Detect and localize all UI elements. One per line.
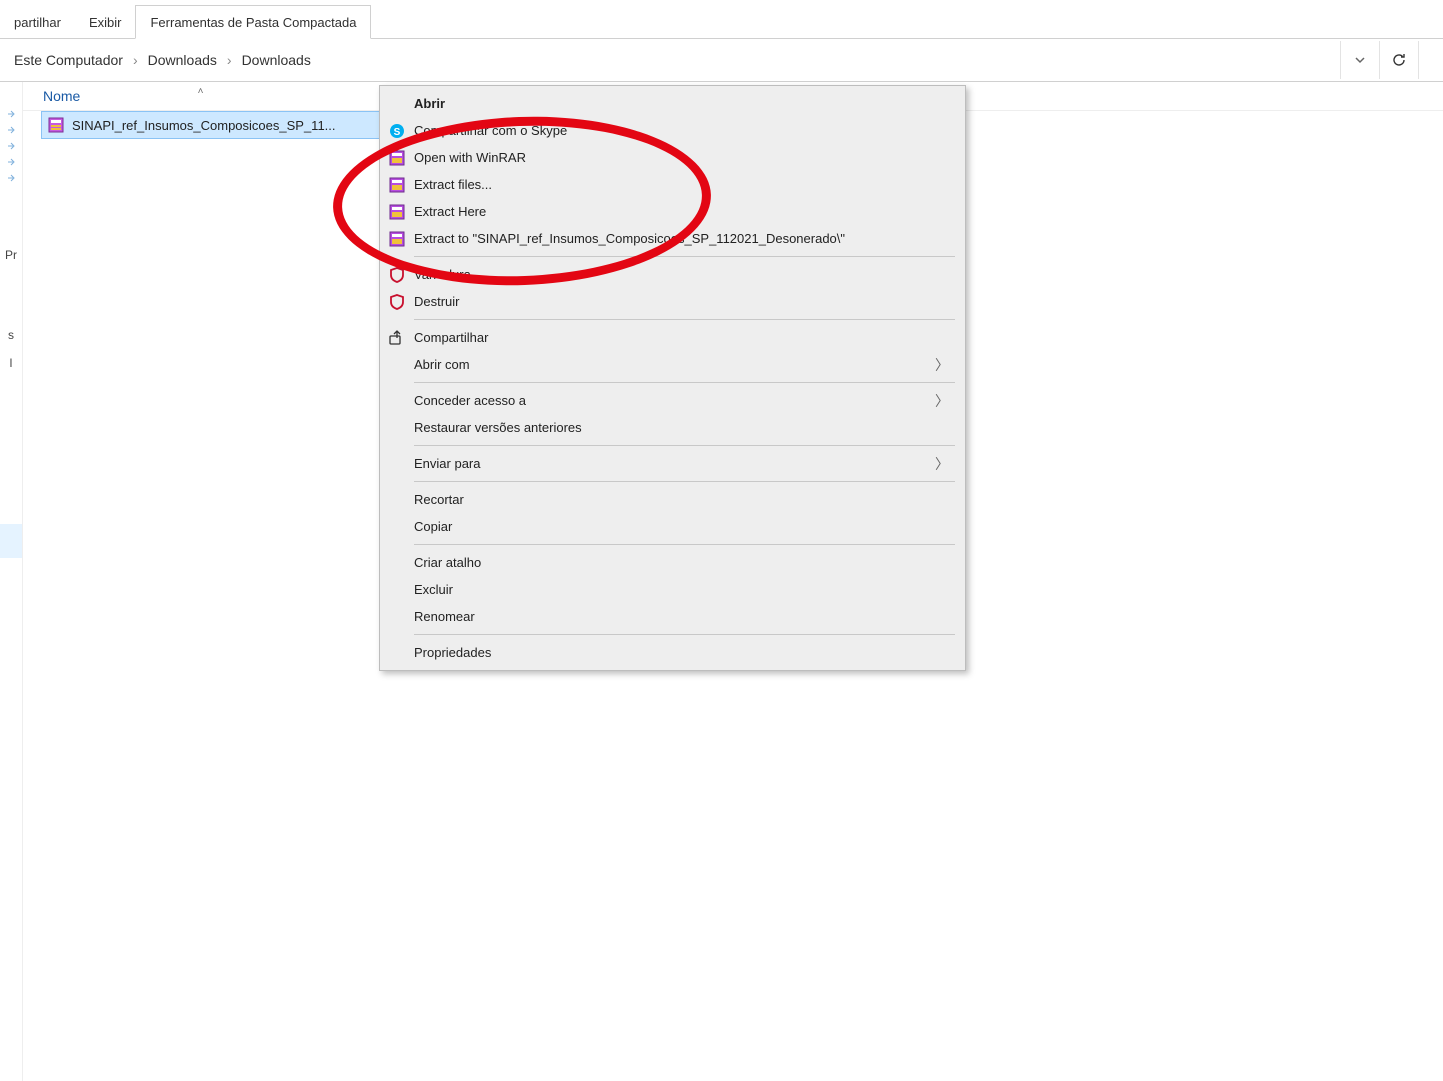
breadcrumb[interactable]: Este Computador › Downloads › Downloads <box>8 52 1340 68</box>
nav-selection-highlight <box>0 524 22 558</box>
chevron-right-icon: › <box>133 52 138 68</box>
pin-icon <box>7 110 15 118</box>
ctx-extract-here-label: Extract Here <box>414 204 486 219</box>
ctx-destruir[interactable]: Destruir <box>380 288 965 315</box>
ctx-varredura[interactable]: Varredura <box>380 261 965 288</box>
winrar-icon <box>388 203 406 221</box>
ctx-renomear-label: Renomear <box>414 609 475 624</box>
ctx-separator <box>414 445 955 446</box>
file-list-area: ˄ Nome Data de modificação Tipo Tamanho … <box>23 82 1443 1081</box>
ctx-conceder-acesso[interactable]: Conceder acesso a 〉 <box>380 387 965 414</box>
share-icon <box>388 329 406 347</box>
chevron-right-icon: 〉 <box>935 355 949 375</box>
nav-label: l <box>10 356 13 370</box>
ctx-copiar[interactable]: Copiar <box>380 513 965 540</box>
ctx-propriedades-label: Propriedades <box>414 645 491 660</box>
nav-label: s <box>8 328 14 342</box>
skype-icon: S <box>388 122 406 140</box>
ribbon-tabs: partilhar Exibir Ferramentas de Pasta Co… <box>0 0 1443 39</box>
address-bar-extra <box>1418 41 1443 79</box>
nav-label: Pr <box>5 248 17 262</box>
winrar-icon <box>388 149 406 167</box>
file-name-label: SINAPI_ref_Insumos_Composicoes_SP_11... <box>72 118 372 133</box>
ctx-separator <box>414 319 955 320</box>
sort-ascending-icon: ˄ <box>198 86 204 97</box>
ctx-renomear[interactable]: Renomear <box>380 603 965 630</box>
chevron-down-icon <box>1354 54 1366 66</box>
ctx-open[interactable]: Abrir <box>380 90 965 117</box>
ctx-share-skype-label: Compartilhar com o Skype <box>414 123 567 138</box>
chevron-right-icon: 〉 <box>935 391 949 411</box>
ctx-excluir-label: Excluir <box>414 582 453 597</box>
ctx-destruir-label: Destruir <box>414 294 460 309</box>
ctx-separator <box>414 382 955 383</box>
chevron-right-icon: 〉 <box>935 454 949 474</box>
address-bar: Este Computador › Downloads › Downloads <box>0 39 1443 82</box>
refresh-button[interactable] <box>1379 41 1418 79</box>
ctx-enviar-para[interactable]: Enviar para 〉 <box>380 450 965 477</box>
navigation-pane: Pr s l <box>0 82 23 1081</box>
ctx-varredura-label: Varredura <box>414 267 471 282</box>
breadcrumb-item-este-computador[interactable]: Este Computador <box>14 52 123 68</box>
ctx-restaurar-versoes-label: Restaurar versões anteriores <box>414 420 582 435</box>
ctx-recortar-label: Recortar <box>414 492 464 507</box>
breadcrumb-item-downloads-1[interactable]: Downloads <box>148 52 217 68</box>
pin-icon <box>7 158 15 166</box>
explorer-body: Pr s l ˄ Nome Data de modificação Tipo T… <box>0 82 1443 1081</box>
ctx-compartilhar[interactable]: Compartilhar <box>380 324 965 351</box>
ctx-abrir-com-label: Abrir com <box>414 357 470 372</box>
ctx-separator <box>414 256 955 257</box>
ctx-extract-to-label: Extract to "SINAPI_ref_Insumos_Composico… <box>414 231 845 246</box>
refresh-icon <box>1391 52 1407 68</box>
ctx-recortar[interactable]: Recortar <box>380 486 965 513</box>
shield-icon <box>388 266 406 284</box>
ctx-restaurar-versoes[interactable]: Restaurar versões anteriores <box>380 414 965 441</box>
ctx-enviar-para-label: Enviar para <box>414 456 480 471</box>
ctx-open-winrar-label: Open with WinRAR <box>414 150 526 165</box>
ctx-excluir[interactable]: Excluir <box>380 576 965 603</box>
ctx-criar-atalho-label: Criar atalho <box>414 555 481 570</box>
ctx-conceder-acesso-label: Conceder acesso a <box>414 393 526 408</box>
pin-icon <box>7 142 15 150</box>
ctx-propriedades[interactable]: Propriedades <box>380 639 965 666</box>
context-menu: Abrir S Compartilhar com o Skype Open wi… <box>379 85 966 671</box>
ctx-criar-atalho[interactable]: Criar atalho <box>380 549 965 576</box>
ctx-copiar-label: Copiar <box>414 519 452 534</box>
archive-file-icon <box>48 117 64 133</box>
winrar-icon <box>388 230 406 248</box>
ribbon-tab-share[interactable]: partilhar <box>0 6 75 38</box>
ctx-compartilhar-label: Compartilhar <box>414 330 488 345</box>
ribbon-tab-compressed-tools[interactable]: Ferramentas de Pasta Compactada <box>135 5 371 39</box>
pin-icon <box>7 174 15 182</box>
ctx-extract-files-label: Extract files... <box>414 177 492 192</box>
column-header-name-label: Nome <box>43 88 80 104</box>
ctx-extract-files[interactable]: Extract files... <box>380 171 965 198</box>
ctx-open-label: Abrir <box>414 96 445 111</box>
ctx-share-skype[interactable]: S Compartilhar com o Skype <box>380 117 965 144</box>
ctx-extract-here[interactable]: Extract Here <box>380 198 965 225</box>
ribbon-tab-view[interactable]: Exibir <box>75 6 136 38</box>
winrar-icon <box>388 176 406 194</box>
ctx-abrir-com[interactable]: Abrir com 〉 <box>380 351 965 378</box>
shield-icon <box>388 293 406 311</box>
ctx-separator <box>414 481 955 482</box>
breadcrumb-item-downloads-2[interactable]: Downloads <box>242 52 311 68</box>
ctx-extract-to[interactable]: Extract to "SINAPI_ref_Insumos_Composico… <box>380 225 965 252</box>
ctx-open-winrar[interactable]: Open with WinRAR <box>380 144 965 171</box>
svg-text:S: S <box>394 127 401 138</box>
ctx-separator <box>414 544 955 545</box>
chevron-right-icon: › <box>227 52 232 68</box>
pin-icon <box>7 126 15 134</box>
address-dropdown-button[interactable] <box>1340 41 1379 79</box>
ctx-separator <box>414 634 955 635</box>
column-header-name[interactable]: ˄ Nome <box>23 88 379 104</box>
